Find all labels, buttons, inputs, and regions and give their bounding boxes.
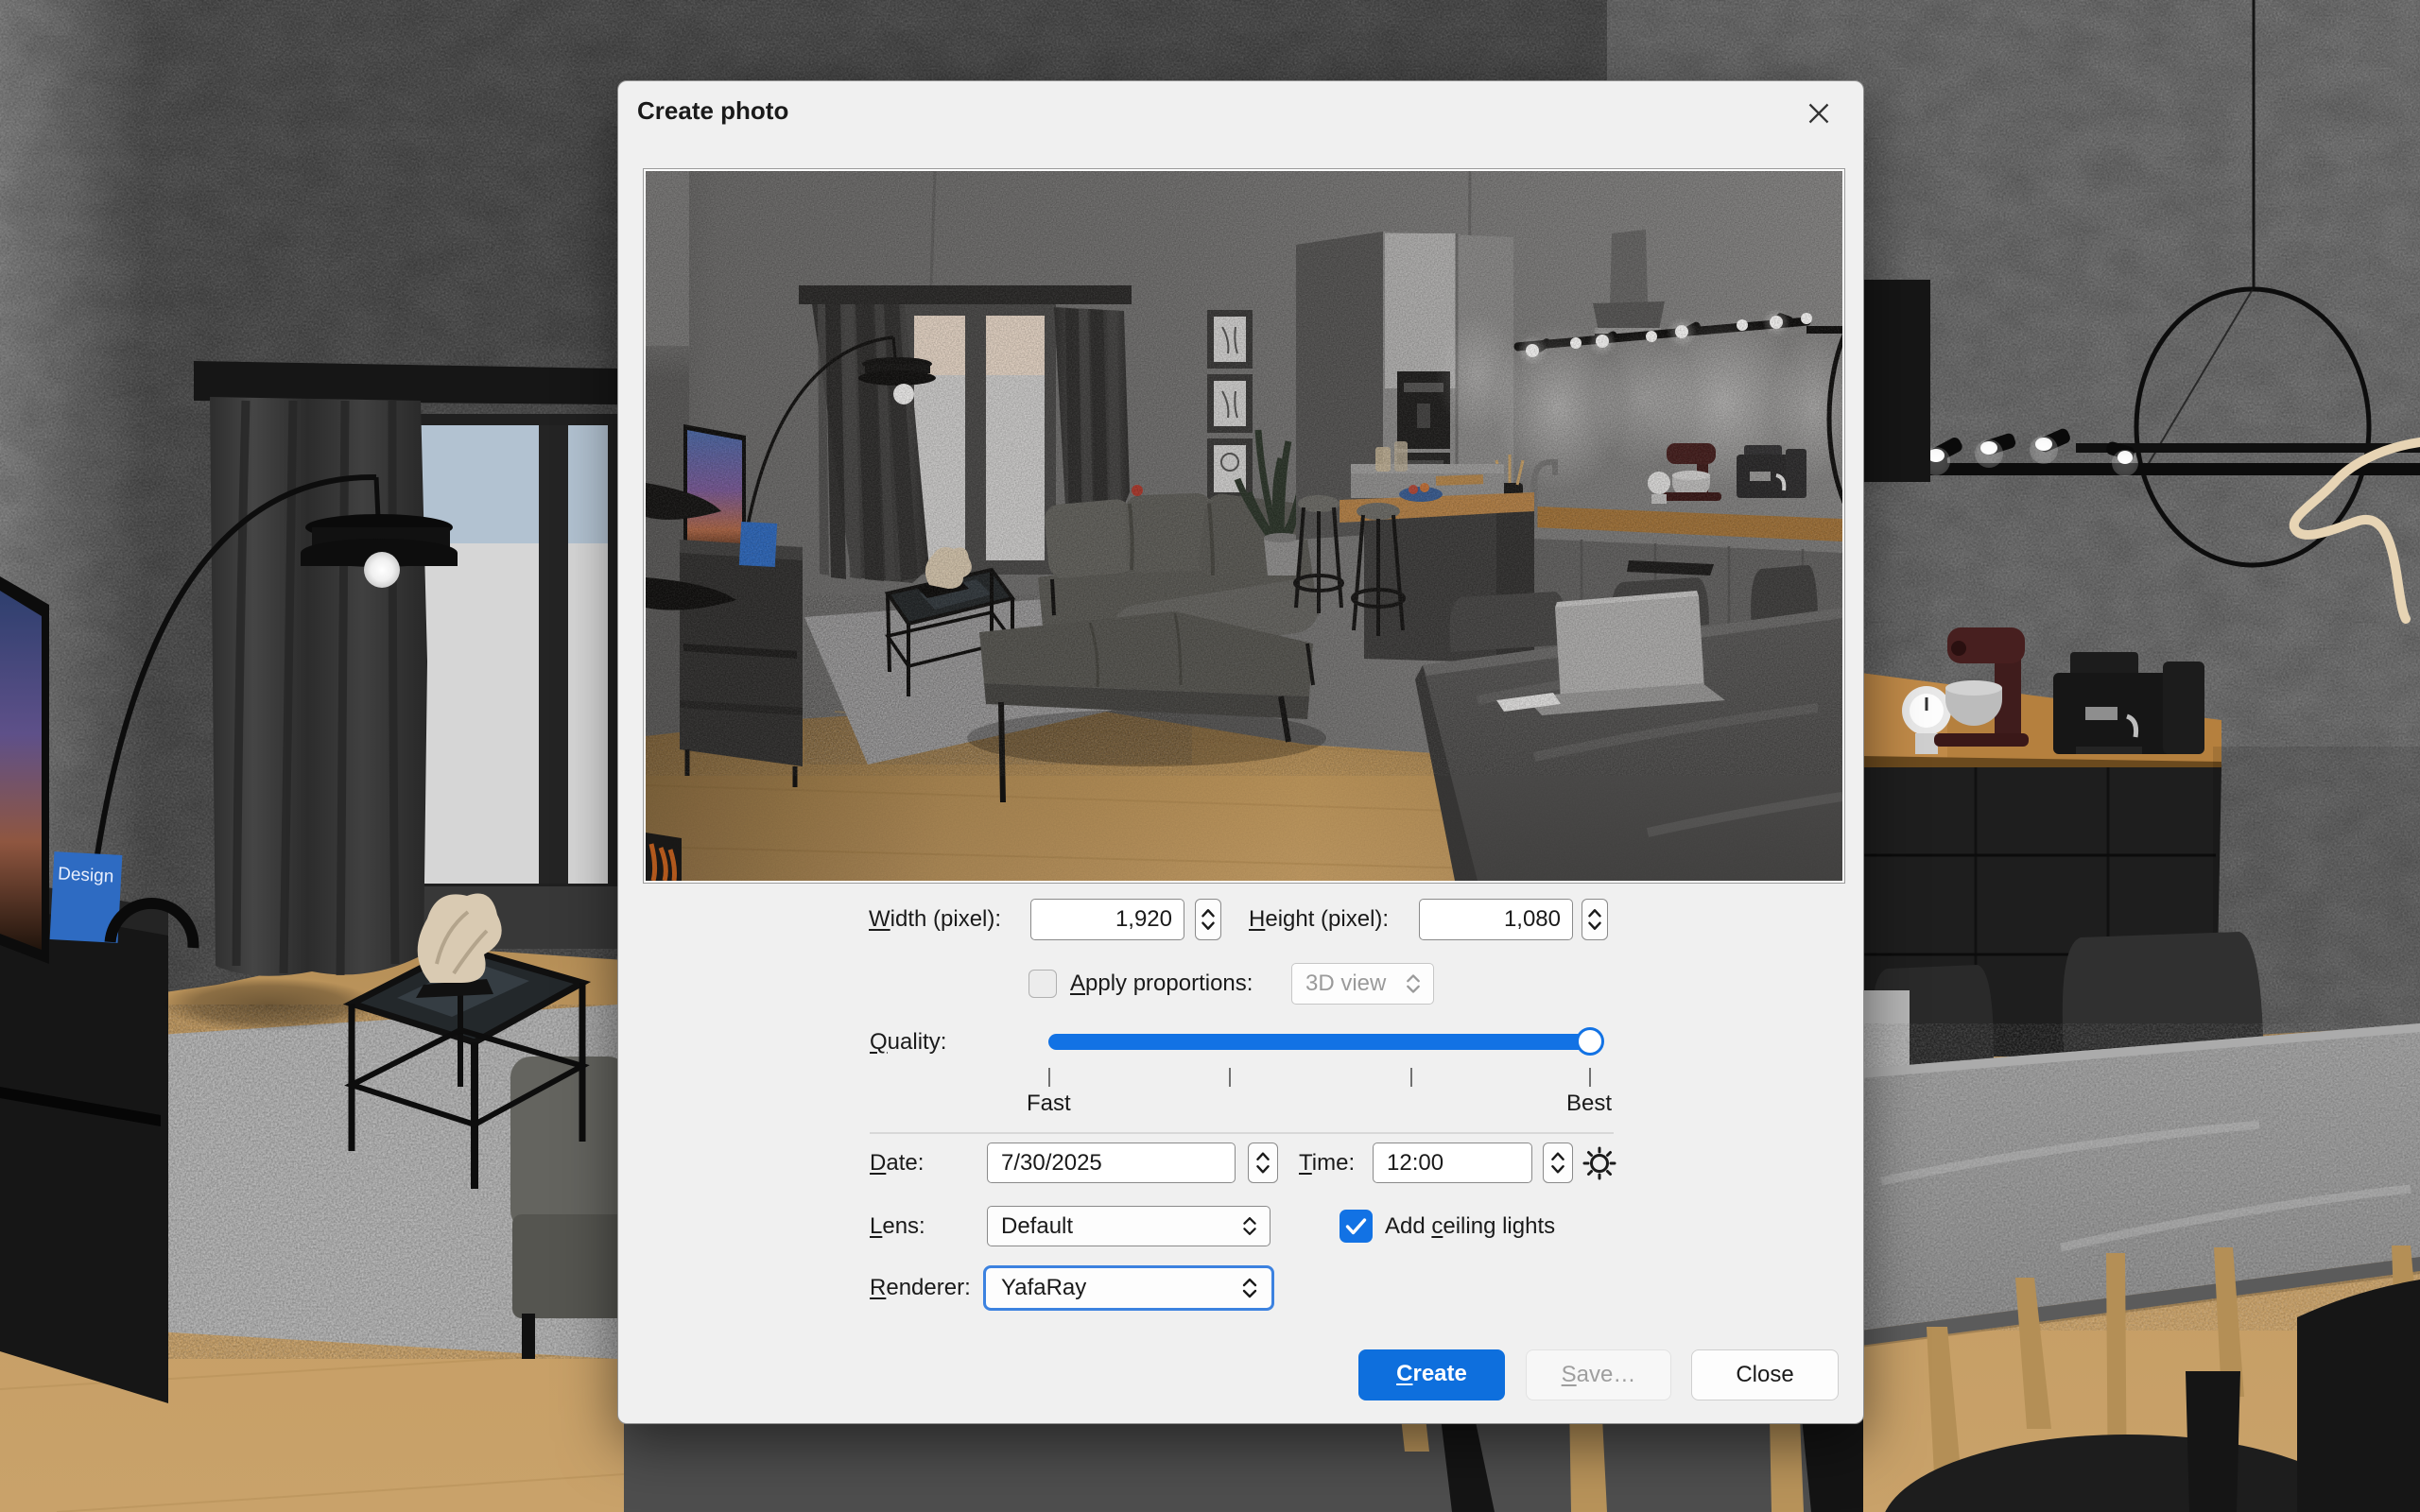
svg-text:Design: Design [58,864,114,886]
